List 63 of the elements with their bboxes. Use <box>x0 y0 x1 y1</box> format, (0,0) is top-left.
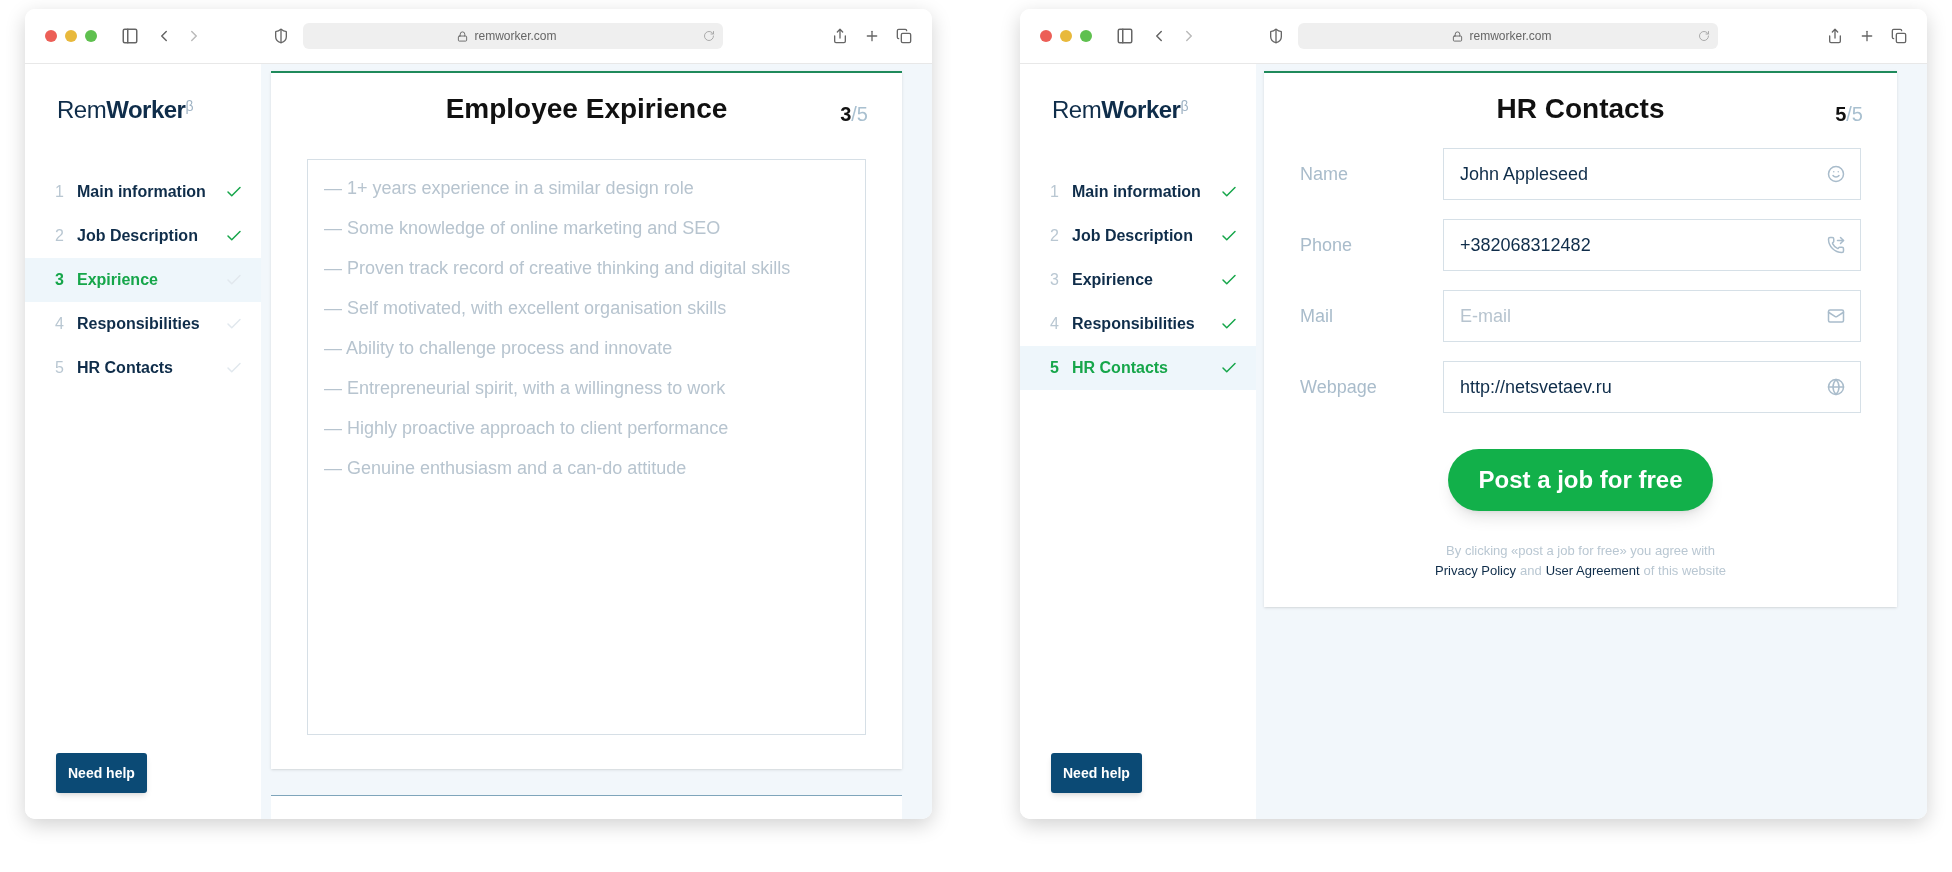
smiley-face-icon <box>1827 165 1845 183</box>
help-button[interactable]: Need help <box>1051 753 1142 793</box>
sidebar-toggle-icon[interactable] <box>121 27 139 45</box>
field-label: Name <box>1300 162 1349 186</box>
help-button[interactable]: Need help <box>56 753 147 793</box>
logo: RemWorker$^{β}$ <box>57 95 193 125</box>
agreement-text: of this website <box>1643 562 1726 580</box>
lock-icon <box>1452 30 1464 42</box>
panel-title: HR Contacts <box>1496 92 1665 126</box>
new-tab-icon[interactable] <box>864 28 880 44</box>
user-agreement-link[interactable]: User Agreement <box>1545 561 1640 581</box>
shield-icon[interactable] <box>273 28 289 44</box>
input-field[interactable]: +382068312482 <box>1443 219 1861 271</box>
lock-icon <box>457 30 469 42</box>
zoom-window-icon[interactable] <box>85 30 97 42</box>
globe-icon <box>1827 378 1845 396</box>
text-line: — Genuine enthusiasm and a can-do attitude <box>324 457 688 480</box>
shield-icon[interactable] <box>1268 28 1284 44</box>
step-item[interactable]: 3 Expirience <box>1020 258 1256 302</box>
input-field[interactable]: John Appleseed <box>1443 148 1861 200</box>
field-label: Mail <box>1300 304 1334 328</box>
mail-icon <box>1827 307 1845 325</box>
phone-icon <box>1827 236 1845 254</box>
text-line: — 1+ years experience in a similar design role <box>324 177 695 200</box>
new-tab-icon[interactable] <box>1859 28 1875 44</box>
zoom-window-icon[interactable] <box>1080 30 1092 42</box>
step-item[interactable]: 5 HR Contacts <box>25 346 261 390</box>
close-window-icon[interactable] <box>1040 30 1052 42</box>
reload-icon[interactable] <box>1698 30 1710 42</box>
text-line: — Some knowledge of online marketing and SEO <box>324 217 722 240</box>
text-line: — Self motivated, with excellent organisation skills <box>324 297 728 320</box>
step-counter: 5/5 <box>1835 102 1863 127</box>
share-icon[interactable] <box>1827 28 1843 44</box>
step-item[interactable]: 2 Job Description <box>1020 214 1256 258</box>
field-label: Phone <box>1300 233 1354 257</box>
step-item[interactable]: 4 Responsibilities <box>1020 302 1256 346</box>
tabs-overview-icon[interactable] <box>896 28 912 44</box>
text-line: — Ability to challenge process and innovate <box>324 337 674 360</box>
step-item[interactable]: 2 Job Description <box>25 214 261 258</box>
address-bar[interactable]: remworker.com <box>303 23 723 49</box>
privacy-policy-link[interactable]: Privacy Policy <box>1435 561 1516 581</box>
close-window-icon[interactable] <box>45 30 57 42</box>
address-text: remworker.com <box>474 28 557 45</box>
step-counter: 3/5 <box>840 102 868 127</box>
text-line: — Entrepreneurial spirit, with a willingness to work <box>324 377 727 400</box>
input-field[interactable]: E-mail <box>1443 290 1861 342</box>
reload-icon[interactable] <box>703 30 715 42</box>
agreement-text: By clicking «post a job for free» you agree with <box>1446 542 1715 560</box>
step-item[interactable]: 1 Main information <box>1020 170 1256 214</box>
input-field[interactable]: http://netsvetaev.ru <box>1443 361 1861 413</box>
agreement-text: and <box>1519 562 1542 580</box>
address-text: remworker.com <box>1469 28 1552 45</box>
field-label: Webpage <box>1300 375 1378 399</box>
tabs-overview-icon[interactable] <box>1891 28 1907 44</box>
address-bar[interactable]: remworker.com <box>1298 23 1718 49</box>
text-line: — Proven track record of creative thinking and digital skills <box>324 257 792 280</box>
step-item[interactable]: 1 Main information <box>25 170 261 214</box>
panel-title: Employee Expirience <box>445 92 728 126</box>
share-icon[interactable] <box>832 28 848 44</box>
logo: RemWorker$^{β}$ <box>1052 95 1188 125</box>
step-item[interactable]: 4 Responsibilities <box>25 302 261 346</box>
sidebar-toggle-icon[interactable] <box>1116 27 1134 45</box>
text-line: — Highly proactive approach to client performance <box>324 417 730 440</box>
